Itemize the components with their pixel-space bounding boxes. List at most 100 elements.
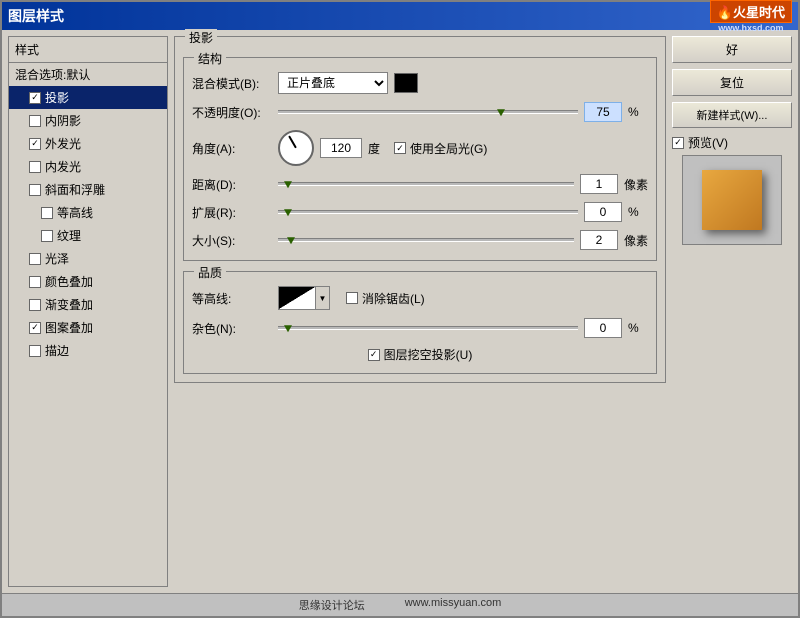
texture-checkbox[interactable] [41,230,53,242]
inner-glow-checkbox[interactable] [29,161,41,173]
outer-glow-label: 外发光 [45,135,81,152]
size-slider[interactable] [278,232,574,248]
sidebar-item-inner-shadow[interactable]: 内阴影 [9,109,167,132]
spread-slider[interactable] [278,204,578,220]
layer-knockout-label[interactable]: 图层挖空投影(U) [368,346,473,363]
contour-dropdown[interactable]: ▼ [278,286,330,310]
satin-checkbox[interactable] [29,253,41,265]
inner-glow-label: 内发光 [45,158,81,175]
sidebar-item-contour[interactable]: 等高线 [9,201,167,224]
size-thumb [287,237,295,244]
structure-title: 结构 [194,50,226,67]
window-title: 图层样式 [8,6,64,26]
spread-thumb [284,209,292,216]
sidebar-item-stroke[interactable]: 描边 [9,339,167,362]
sidebar-item-bevel-emboss[interactable]: 斜面和浮雕 [9,178,167,201]
footer-bar: 思缘设计论坛 www.missyuan.com [2,593,798,616]
pattern-overlay-checkbox[interactable] [29,322,41,334]
preview-checkbox[interactable] [672,137,684,149]
size-row: 大小(S): 像素 [192,230,648,250]
global-light-label[interactable]: 使用全局光(G) [394,140,487,157]
sidebar-item-inner-glow[interactable]: 内发光 [9,155,167,178]
opacity-input[interactable]: 75 [584,102,622,122]
opacity-unit: % [628,105,648,119]
drop-shadow-label: 投影 [45,89,69,106]
stroke-checkbox[interactable] [29,345,41,357]
sidebar-item-outer-glow[interactable]: 外发光 [9,132,167,155]
contour-preview[interactable] [278,286,316,310]
quality-title: 品质 [194,264,226,281]
inner-shadow-checkbox[interactable] [29,115,41,127]
distance-input[interactable] [580,174,618,194]
pattern-overlay-label: 图案叠加 [45,319,93,336]
blend-color-swatch[interactable] [394,73,418,93]
preview-section: 预览(V) [672,134,792,245]
noise-input[interactable] [584,318,622,338]
distance-slider[interactable] [278,176,574,192]
sidebar-header: 样式 [9,37,167,63]
ok-button[interactable]: 好 [672,36,792,63]
mixed-options-label: 混合选项:默认 [15,66,90,83]
spread-label: 扩展(R): [192,204,272,221]
section-title: 投影 [185,29,217,46]
satin-label: 光泽 [45,250,69,267]
sidebar-item-pattern-overlay[interactable]: 图案叠加 [9,316,167,339]
contour-q-label: 等高线: [192,290,272,307]
preview-image [702,170,762,230]
opacity-row: 不透明度(O): 75 % [192,102,648,122]
sidebar: 样式 混合选项:默认 投影 内阴影 外发光 内发光 [8,36,168,587]
drop-shadow-checkbox[interactable] [29,92,41,104]
distance-thumb [284,181,292,188]
bevel-emboss-label: 斜面和浮雕 [45,181,105,198]
size-input[interactable] [580,230,618,250]
opacity-label: 不透明度(O): [192,104,272,121]
anti-alias-label[interactable]: 消除锯齿(L) [346,290,425,307]
bevel-emboss-checkbox[interactable] [29,184,41,196]
layer-knockout-checkbox[interactable] [368,349,380,361]
anti-alias-checkbox[interactable] [346,292,358,304]
drop-shadow-section: 投影 结构 混合模式(B): 正片叠底 不透明度(O): [174,36,666,383]
contour-dropdown-btn[interactable]: ▼ [316,286,330,310]
preview-text: 预览(V) [688,134,728,151]
sidebar-item-satin[interactable]: 光泽 [9,247,167,270]
opacity-slider[interactable] [278,104,578,120]
distance-unit: 像素 [624,176,648,193]
spread-row: 扩展(R): % [192,202,648,222]
sidebar-item-color-overlay[interactable]: 颜色叠加 [9,270,167,293]
size-label: 大小(S): [192,232,272,249]
contour-checkbox[interactable] [41,207,53,219]
sidebar-item-texture[interactable]: 纹理 [9,224,167,247]
footer-right: www.missyuan.com [405,597,502,613]
preview-label[interactable]: 预览(V) [672,134,792,151]
spread-input[interactable] [584,202,622,222]
outer-glow-checkbox[interactable] [29,138,41,150]
content-area: 样式 混合选项:默认 投影 内阴影 外发光 内发光 [2,30,798,593]
structure-section: 结构 混合模式(B): 正片叠底 不透明度(O): [183,57,657,261]
layer-knockout-row: 图层挖空投影(U) [192,346,648,363]
gradient-overlay-checkbox[interactable] [29,299,41,311]
color-overlay-label: 颜色叠加 [45,273,93,290]
angle-input[interactable] [320,138,362,158]
sidebar-item-gradient-overlay[interactable]: 渐变叠加 [9,293,167,316]
contour-label: 等高线 [57,204,93,221]
sidebar-item-drop-shadow[interactable]: 投影 [9,86,167,109]
sidebar-item-mixed-options[interactable]: 混合选项:默认 [9,63,167,86]
layer-knockout-text: 图层挖空投影(U) [384,346,473,363]
size-unit: 像素 [624,232,648,249]
blend-mode-select[interactable]: 正片叠底 [278,72,388,94]
color-overlay-checkbox[interactable] [29,276,41,288]
blend-mode-label: 混合模式(B): [192,75,272,92]
new-style-button[interactable]: 新建样式(W)... [672,102,792,128]
angle-row: 角度(A): 度 使用全局光(G) [192,130,648,166]
noise-thumb [284,325,292,332]
layer-style-window: 图层样式 🔥火星时代 www.hxsd.com 样式 混合选项:默认 投影 [0,0,800,618]
noise-row: 杂色(N): % [192,318,648,338]
contour-row: 等高线: ▼ 消除锯齿(L) [192,286,648,310]
main-panel: 投影 结构 混合模式(B): 正片叠底 不透明度(O): [174,36,666,587]
noise-slider[interactable] [278,320,578,336]
angle-dial[interactable] [278,130,314,166]
global-light-checkbox[interactable] [394,142,406,154]
reset-button[interactable]: 复位 [672,69,792,96]
gradient-overlay-label: 渐变叠加 [45,296,93,313]
titlebar: 图层样式 🔥火星时代 www.hxsd.com [2,2,798,30]
